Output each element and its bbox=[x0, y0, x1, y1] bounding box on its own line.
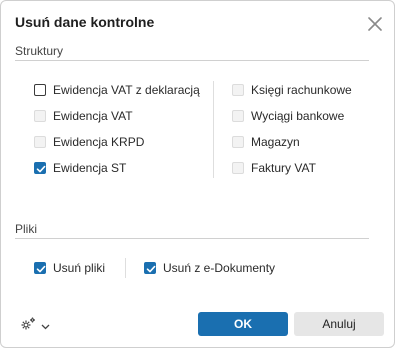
column-divider bbox=[213, 81, 214, 178]
settings-menu-button[interactable] bbox=[19, 316, 50, 335]
cancel-button[interactable]: Anuluj bbox=[294, 312, 384, 336]
checkbox-box bbox=[34, 136, 46, 148]
checkbox-ewidencja-vat-z-deklaracja[interactable]: Ewidencja VAT z deklaracją bbox=[34, 82, 200, 98]
checkbox-label: Faktury VAT bbox=[251, 161, 316, 175]
section-divider bbox=[15, 60, 369, 61]
checkbox-usun-z-e-dokumenty[interactable]: Usuń z e-Dokumenty bbox=[144, 260, 275, 276]
close-icon[interactable] bbox=[366, 15, 384, 33]
checkbox-box bbox=[232, 110, 244, 122]
checkbox-label: Usuń z e-Dokumenty bbox=[163, 261, 276, 275]
checkbox-box[interactable] bbox=[144, 262, 156, 274]
dialog-title: Usuń dane kontrolne bbox=[15, 14, 155, 30]
checkbox-ewidencja-krpd: Ewidencja KRPD bbox=[34, 134, 144, 150]
checkbox-box bbox=[232, 84, 244, 96]
checkbox-label: Ewidencja KRPD bbox=[53, 135, 145, 149]
checkbox-box bbox=[232, 136, 244, 148]
checkbox-ewidencja-vat: Ewidencja VAT bbox=[34, 108, 133, 124]
checkbox-label: Księgi rachunkowe bbox=[251, 83, 352, 97]
checkbox-label: Usuń pliki bbox=[53, 261, 106, 275]
checkbox-ewidencja-st[interactable]: Ewidencja ST bbox=[34, 160, 126, 176]
checkbox-box bbox=[34, 110, 46, 122]
checkbox-ksiegi-rachunkowe: Księgi rachunkowe bbox=[232, 82, 352, 98]
ok-button[interactable]: OK bbox=[198, 312, 288, 336]
checkbox-wyciagi-bankowe: Wyciągi bankowe bbox=[232, 108, 344, 124]
checkbox-label: Ewidencja ST bbox=[53, 161, 127, 175]
checkbox-box bbox=[232, 162, 244, 174]
checkbox-label: Wyciągi bankowe bbox=[251, 109, 345, 123]
section-files-label: Pliki bbox=[15, 222, 38, 236]
section-structures-label: Struktury bbox=[15, 44, 64, 58]
checkbox-label: Ewidencja VAT z deklaracją bbox=[53, 83, 200, 97]
checkbox-label: Magazyn bbox=[251, 135, 300, 149]
files-divider bbox=[125, 258, 126, 278]
chevron-down-icon bbox=[41, 319, 50, 333]
checkbox-box[interactable] bbox=[34, 162, 46, 174]
checkbox-usun-pliki[interactable]: Usuń pliki bbox=[34, 260, 105, 276]
section-divider bbox=[15, 238, 369, 239]
checkbox-box[interactable] bbox=[34, 84, 46, 96]
dialog: Usuń dane kontrolne Struktury Ewidencja … bbox=[0, 0, 395, 348]
gear-icon bbox=[19, 316, 37, 335]
checkbox-magazyn: Magazyn bbox=[232, 134, 300, 150]
checkbox-faktury-vat: Faktury VAT bbox=[232, 160, 316, 176]
checkbox-box[interactable] bbox=[34, 262, 46, 274]
checkbox-label: Ewidencja VAT bbox=[53, 109, 133, 123]
